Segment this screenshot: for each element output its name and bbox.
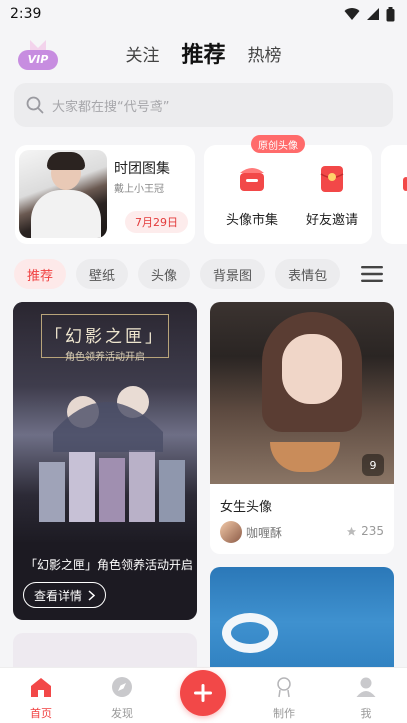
nav-discover[interactable]: 发现 bbox=[92, 676, 152, 721]
compass-icon bbox=[112, 677, 132, 697]
invite-friend-label: 好友邀请 bbox=[305, 213, 358, 228]
author-avatar[interactable] bbox=[220, 521, 242, 543]
chip-stickers[interactable]: 表情包 bbox=[275, 259, 341, 289]
image-count-badge: 9 bbox=[362, 454, 384, 476]
add-post-button[interactable] bbox=[180, 670, 226, 716]
more-apps-card[interactable] bbox=[381, 145, 407, 244]
group-album-card[interactable]: 时团图集 戴上小王冠 7月29日 bbox=[15, 145, 195, 244]
nav-home[interactable]: 首页 bbox=[11, 676, 71, 721]
chevron-right-icon bbox=[88, 589, 96, 601]
likes-value: 235 bbox=[361, 524, 384, 538]
search-placeholder: 大家都在搜“代号鸢” bbox=[52, 99, 170, 115]
chip-avatar[interactable]: 头像 bbox=[138, 259, 191, 289]
search-bar[interactable]: 大家都在搜“代号鸢” bbox=[14, 83, 393, 127]
status-time: 2:39 bbox=[10, 6, 42, 22]
red-envelope-icon bbox=[320, 166, 344, 192]
nav-me[interactable]: 我 bbox=[336, 676, 396, 721]
signal-icon bbox=[367, 8, 379, 20]
event-poster-caption: 「幻影之匣」角色领养活动开启 bbox=[25, 558, 194, 572]
nav-create-label: 制作 bbox=[273, 707, 295, 720]
status-icons bbox=[344, 6, 395, 22]
plus-icon bbox=[194, 684, 212, 702]
battery-icon bbox=[386, 6, 395, 21]
group-album-title: 时团图集 bbox=[114, 161, 170, 177]
group-album-thumbnail bbox=[19, 150, 107, 238]
wifi-icon bbox=[344, 8, 360, 20]
photo-post-card[interactable]: 9 女生头像 咖喱酥 235 bbox=[210, 302, 394, 554]
likes-count[interactable]: 235 bbox=[346, 524, 384, 538]
avatar-market-label: 头像市集 bbox=[225, 213, 278, 228]
group-album-date: 7月29日 bbox=[125, 211, 188, 233]
author-name[interactable]: 咖喱酥 bbox=[246, 524, 282, 541]
photo-post-title: 女生头像 bbox=[220, 500, 273, 515]
chip-recommend[interactable]: 推荐 bbox=[14, 259, 67, 289]
avatar-market-entry[interactable]: 头像市集 bbox=[212, 165, 292, 228]
status-bar: 2:39 bbox=[0, 0, 407, 28]
top-tabs: 关注 推荐 热榜 bbox=[0, 36, 407, 70]
chip-wallpaper[interactable]: 壁纸 bbox=[76, 259, 129, 289]
user-icon bbox=[356, 677, 376, 697]
search-icon bbox=[26, 96, 44, 114]
mini-apps-card: 头像市集 好友邀请 bbox=[204, 145, 372, 244]
event-poster-title: 「幻影之匣」 bbox=[45, 327, 165, 347]
invite-friend-entry[interactable]: 好友邀请 bbox=[292, 165, 372, 228]
shop-icon bbox=[240, 168, 264, 191]
nav-discover-label: 发现 bbox=[111, 707, 133, 720]
chip-background[interactable]: 背景图 bbox=[200, 259, 266, 289]
category-chips: 推荐 壁纸 头像 背景图 表情包 bbox=[14, 259, 341, 289]
group-album-subtitle: 戴上小王冠 bbox=[114, 184, 164, 195]
view-details-button[interactable]: 查看详情 bbox=[23, 582, 107, 608]
nav-create[interactable]: 制作 bbox=[254, 676, 314, 721]
tab-recommend[interactable]: 推荐 bbox=[181, 37, 225, 70]
original-avatar-badge: 原创头像 bbox=[251, 135, 305, 153]
doodle-icon bbox=[277, 677, 291, 698]
nav-me-label: 我 bbox=[360, 707, 372, 720]
tab-follow[interactable]: 关注 bbox=[125, 41, 159, 70]
home-icon bbox=[31, 678, 51, 697]
event-poster-card[interactable]: 「幻影之匣」 角色领养活动开启 「幻影之匣」角色领养活动开启 查看详情 bbox=[13, 302, 197, 620]
star-icon bbox=[347, 526, 357, 536]
event-poster-subtitle: 角色领养活动开启 bbox=[65, 352, 145, 363]
category-menu-icon[interactable] bbox=[361, 265, 383, 283]
view-details-label: 查看详情 bbox=[34, 588, 83, 603]
tab-hot[interactable]: 热榜 bbox=[248, 41, 282, 70]
nav-home-label: 首页 bbox=[30, 707, 52, 720]
pool-image-card[interactable] bbox=[210, 567, 394, 677]
more-app-icon bbox=[403, 177, 407, 191]
swim-ring-image bbox=[222, 613, 278, 653]
